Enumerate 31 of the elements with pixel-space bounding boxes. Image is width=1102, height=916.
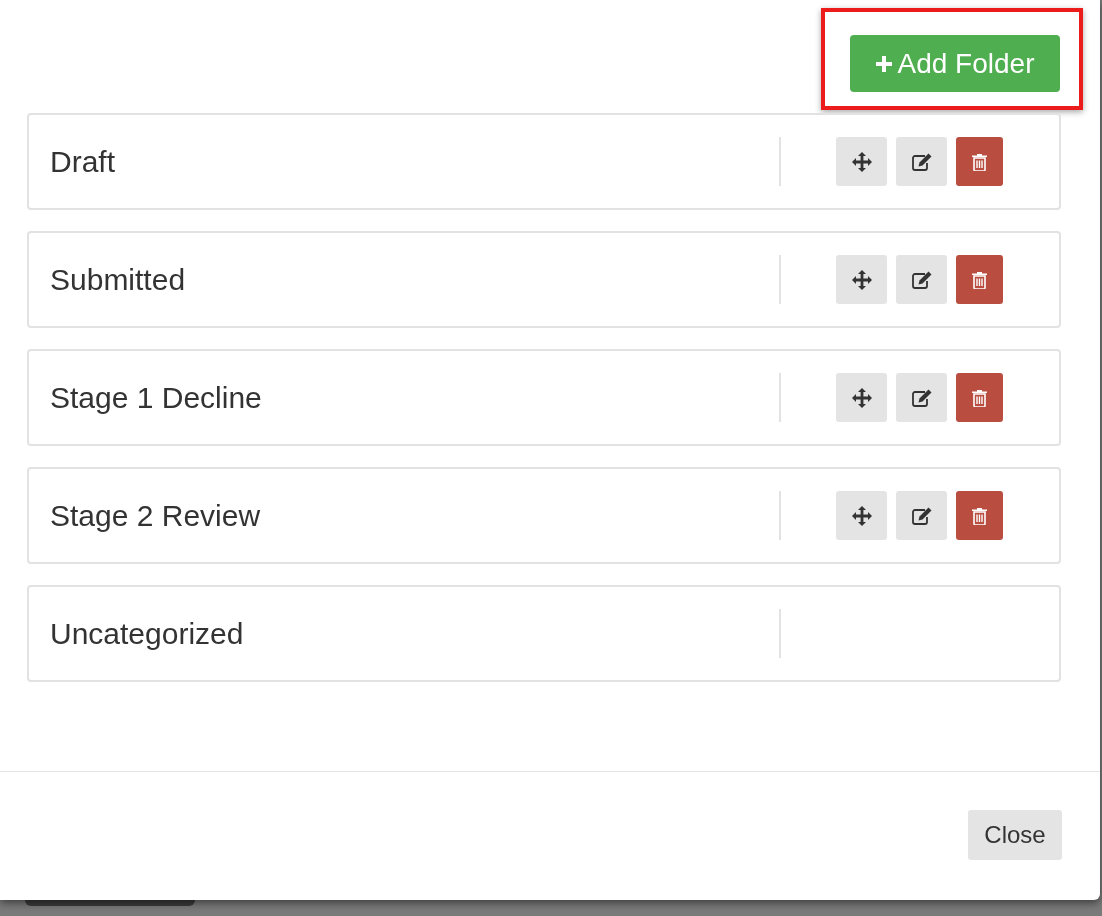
folder-name: Stage 2 Review	[50, 498, 262, 534]
folder-name: Draft	[50, 144, 116, 180]
edit-button[interactable]	[896, 373, 947, 422]
edit-button[interactable]	[896, 491, 947, 540]
trash-icon	[972, 152, 987, 171]
edit-button[interactable]	[896, 255, 947, 304]
move-icon	[851, 269, 872, 290]
delete-button[interactable]	[956, 255, 1003, 304]
close-button[interactable]: Close	[968, 810, 1062, 860]
move-button[interactable]	[836, 373, 887, 422]
move-icon	[851, 151, 872, 172]
delete-button[interactable]	[956, 373, 1003, 422]
trash-icon	[972, 388, 987, 407]
edit-icon	[911, 270, 932, 289]
move-button[interactable]	[836, 137, 887, 186]
trash-icon	[972, 506, 987, 525]
plus-icon	[875, 55, 892, 72]
folder-name: Stage 1 Decline	[50, 380, 263, 416]
edit-icon	[911, 152, 932, 171]
delete-button[interactable]	[956, 491, 1003, 540]
edit-button[interactable]	[896, 137, 947, 186]
folder-name: Submitted	[50, 262, 187, 298]
move-button[interactable]	[836, 255, 887, 304]
move-button[interactable]	[836, 491, 887, 540]
folder-name: Uncategorized	[50, 616, 245, 652]
move-icon	[851, 505, 872, 526]
edit-icon	[911, 388, 932, 407]
delete-button[interactable]	[956, 137, 1003, 186]
move-icon	[851, 387, 872, 408]
trash-icon	[972, 270, 987, 289]
edit-icon	[911, 506, 932, 525]
